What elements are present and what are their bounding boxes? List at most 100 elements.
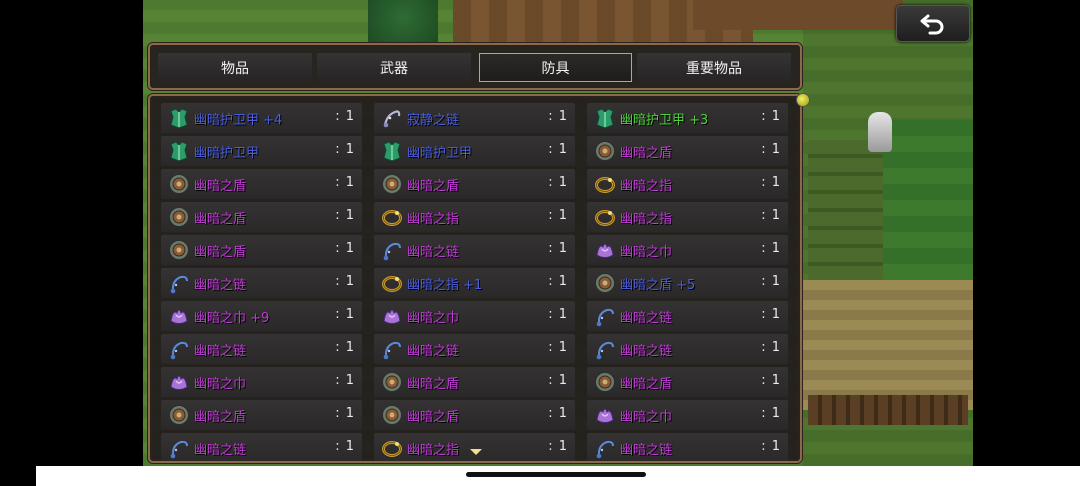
item-slot[interactable]: 幽暗之巾: 1 <box>587 400 788 430</box>
item-slot[interactable]: 幽暗之链: 1 <box>374 235 575 265</box>
item-name: 幽暗之指 +1 <box>407 278 483 293</box>
npc-villager <box>868 112 892 152</box>
item-name: 幽暗之指 <box>620 179 673 194</box>
home-indicator[interactable] <box>466 472 646 477</box>
item-count: : 1 <box>761 142 781 157</box>
item-count: : 1 <box>761 109 781 124</box>
village-house <box>693 0 903 30</box>
item-name: 幽暗之巾 <box>620 410 673 425</box>
item-name: 寂静之链 <box>407 113 460 128</box>
item-slot[interactable]: 幽暗之指 +1 : 1 <box>374 268 575 298</box>
item-count: : 1 <box>548 439 568 454</box>
item-name: 幽暗之链 <box>407 245 460 260</box>
armor-icon <box>168 140 190 162</box>
item-name: 幽暗之盾 <box>407 179 460 194</box>
item-slot[interactable]: 幽暗之盾: 1 <box>587 367 788 397</box>
back-button[interactable] <box>896 5 970 42</box>
item-slot[interactable]: 幽暗之指 : 1 <box>587 202 788 232</box>
item-count: : 1 <box>761 241 781 256</box>
item-slot[interactable]: 幽暗护卫甲 +4: 1 <box>161 103 362 133</box>
item-slot[interactable]: 幽暗之链: 1 <box>587 433 788 461</box>
item-slot[interactable]: 幽暗护卫甲: 1 <box>161 136 362 166</box>
chain-icon <box>381 338 403 360</box>
item-count: : 1 <box>548 274 568 289</box>
item-slot[interactable]: 幽暗之链: 1 <box>161 334 362 364</box>
scroll-indicator[interactable] <box>796 93 810 107</box>
item-slot[interactable]: 幽暗之盾: 1 <box>161 169 362 199</box>
item-count: : 1 <box>335 307 355 322</box>
armor-icon <box>168 107 190 129</box>
item-slot[interactable]: 幽暗护卫甲: 1 <box>374 136 575 166</box>
item-name: 幽暗之盾 <box>407 410 460 425</box>
item-name: 幽暗之巾 <box>194 377 247 392</box>
shield-icon <box>594 272 616 294</box>
item-count: : 1 <box>335 208 355 223</box>
item-name: 幽暗之盾 <box>620 377 673 392</box>
item-slot[interactable]: 幽暗之指 : 1 <box>587 169 788 199</box>
item-slot[interactable]: 寂静之链 : 1 <box>374 103 575 133</box>
scroll-down-arrow-icon[interactable] <box>470 449 482 455</box>
item-count: : 1 <box>761 439 781 454</box>
tree <box>368 0 438 44</box>
shield-icon <box>594 140 616 162</box>
item-name: 幽暗之盾 <box>194 245 247 260</box>
item-name: 幽暗之巾 +9 <box>194 311 270 326</box>
item-count: : 1 <box>548 307 568 322</box>
chain-icon <box>594 437 616 459</box>
shield-icon <box>168 173 190 195</box>
chain-silver-icon <box>381 107 403 129</box>
item-slot[interactable]: 幽暗之盾 +5: 1 <box>587 268 788 298</box>
item-name: 幽暗之链 <box>620 311 673 326</box>
item-count: : 1 <box>548 175 568 190</box>
item-count: : 1 <box>335 439 355 454</box>
item-count: : 1 <box>761 175 781 190</box>
item-name: 幽暗之链 <box>620 344 673 359</box>
tab-weapons[interactable]: 武器 <box>317 53 471 82</box>
item-slot[interactable]: 幽暗之盾: 1 <box>161 400 362 430</box>
item-count: : 1 <box>761 307 781 322</box>
item-count: : 1 <box>335 109 355 124</box>
item-slot[interactable]: 幽暗之盾 : 1 <box>374 169 575 199</box>
ring-icon <box>594 206 616 228</box>
item-slot[interactable]: 幽暗之巾: 1 <box>374 301 575 331</box>
item-slot[interactable]: 幽暗之链: 1 <box>587 334 788 364</box>
armor-icon <box>594 107 616 129</box>
item-slot[interactable]: 幽暗之盾: 1 <box>587 136 788 166</box>
item-slot[interactable]: 幽暗之盾: 1 <box>374 367 575 397</box>
item-slot[interactable]: 幽暗之巾: 1 <box>587 235 788 265</box>
item-count: : 1 <box>761 208 781 223</box>
item-slot[interactable]: 幽暗之指: 1 <box>374 202 575 232</box>
shield-icon <box>168 404 190 426</box>
ring-icon <box>381 206 403 228</box>
item-slot[interactable]: 幽暗之盾: 1 <box>161 202 362 232</box>
item-slot[interactable]: 幽暗之链 : 1 <box>161 433 362 461</box>
item-name: 幽暗之盾 +5 <box>620 278 696 293</box>
item-slot[interactable]: 幽暗之盾: 1 <box>161 235 362 265</box>
item-slot[interactable]: 幽暗之盾: 1 <box>374 400 575 430</box>
tab-key-items[interactable]: 重要物品 <box>637 53 791 82</box>
item-name: 幽暗之链 <box>407 344 460 359</box>
item-name: 幽暗之链 <box>194 443 247 458</box>
item-name: 幽暗之指 <box>407 212 460 227</box>
crop-field <box>808 140 883 280</box>
tab-label: 物品 <box>221 60 249 77</box>
dirt-path <box>803 280 973 410</box>
scarf-icon <box>168 305 190 327</box>
item-slot[interactable]: 幽暗之巾: 1 <box>161 367 362 397</box>
tab-items[interactable]: 物品 <box>158 53 312 82</box>
item-slot[interactable]: 幽暗之链 : 1 <box>587 301 788 331</box>
item-count: : 1 <box>548 109 568 124</box>
item-slot[interactable]: 幽暗之指: 1 <box>374 433 575 461</box>
item-slot[interactable]: 幽暗之巾 +9 : 1 <box>161 301 362 331</box>
scarf-icon <box>381 305 403 327</box>
item-slot[interactable]: 幽暗之链: 1 <box>374 334 575 364</box>
item-slot[interactable]: 幽暗之链: 1 <box>161 268 362 298</box>
scarf-icon <box>594 239 616 261</box>
item-name: 幽暗之指 <box>620 212 673 227</box>
item-slot[interactable]: 幽暗护卫甲 +3: 1 <box>587 103 788 133</box>
inventory-list-panel[interactable]: 幽暗护卫甲 +4: 1 幽暗护卫甲: 1 幽暗之盾: 1 幽暗之盾: 1 幽暗之盾: 1… <box>148 94 802 463</box>
chain-icon <box>168 338 190 360</box>
item-count: : 1 <box>335 274 355 289</box>
tab-armor[interactable]: 防具 <box>479 53 632 82</box>
item-count: : 1 <box>335 406 355 421</box>
